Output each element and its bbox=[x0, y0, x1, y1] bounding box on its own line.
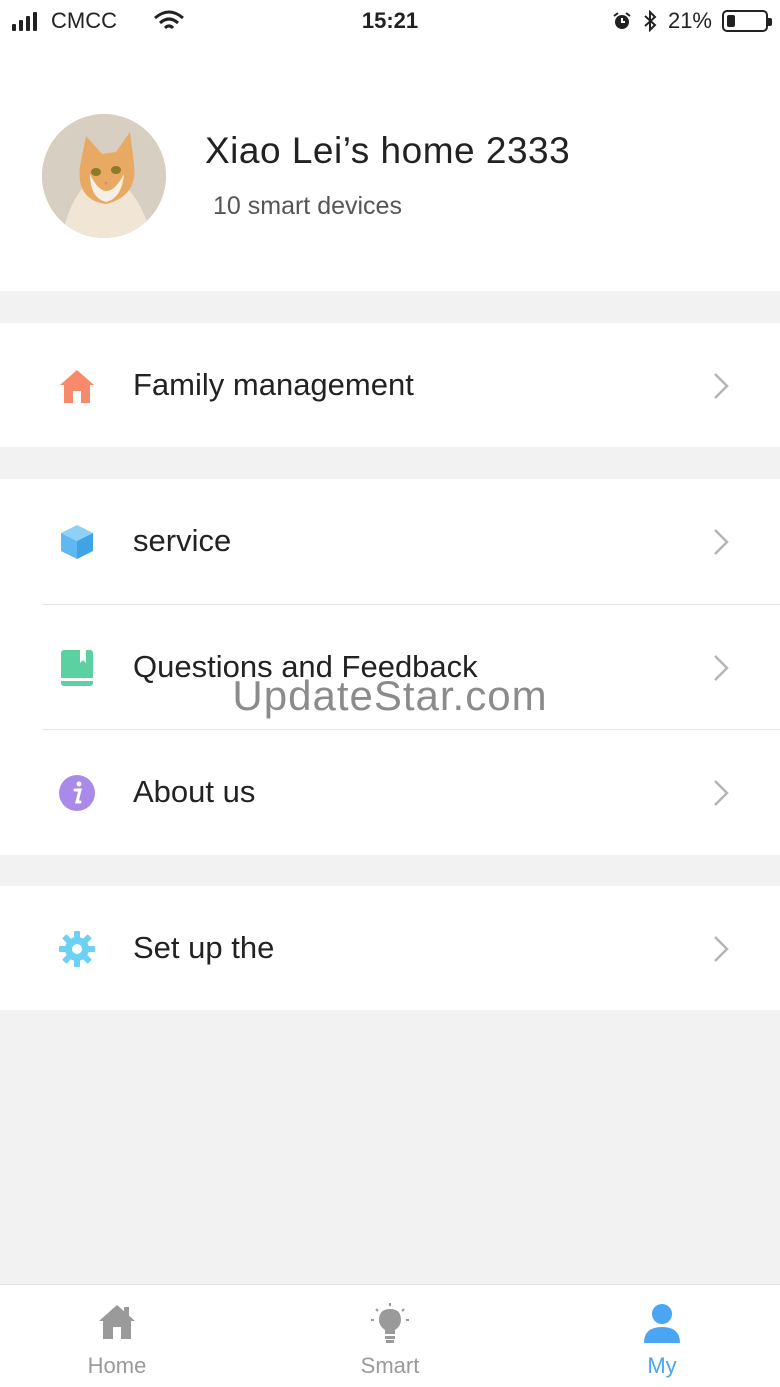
user-icon bbox=[644, 1304, 680, 1343]
family-group: Family management bbox=[0, 323, 780, 447]
settings-label: Set up the bbox=[133, 930, 275, 965]
battery-icon bbox=[722, 10, 772, 32]
avatar[interactable] bbox=[42, 114, 166, 238]
chevron-right-icon bbox=[714, 373, 729, 399]
lightbulb-icon bbox=[371, 1303, 409, 1343]
settings-group: Set up the bbox=[0, 886, 780, 1010]
info-group: service Questions and Feedback About us bbox=[0, 479, 780, 855]
gear-icon bbox=[59, 931, 95, 967]
family-management-label: Family management bbox=[133, 367, 414, 402]
battery-percent: 21% bbox=[667, 8, 712, 33]
questions-feedback-label: Questions and Feedback bbox=[133, 649, 478, 684]
home-name: Xiao Lei’s home 2333 bbox=[205, 130, 571, 171]
tab-home[interactable]: Home bbox=[37, 1285, 197, 1387]
service-label: service bbox=[133, 523, 232, 558]
questions-feedback-row[interactable]: Questions and Feedback bbox=[0, 605, 780, 730]
tab-smart[interactable]: Smart bbox=[310, 1285, 470, 1387]
home-icon bbox=[99, 1305, 135, 1339]
tab-my-label: My bbox=[647, 1353, 677, 1378]
service-row[interactable]: service bbox=[0, 479, 780, 604]
chevron-right-icon bbox=[714, 655, 729, 681]
tab-bar: Home Smart My bbox=[0, 1284, 780, 1387]
settings-row[interactable]: Set up the bbox=[0, 886, 780, 1011]
chevron-right-icon bbox=[714, 936, 729, 962]
family-management-row[interactable]: Family management bbox=[0, 323, 780, 448]
cat-avatar-image bbox=[42, 114, 166, 238]
about-us-row[interactable]: About us bbox=[0, 730, 780, 855]
profile-header[interactable]: Xiao Lei’s home 2333 10 smart devices bbox=[0, 42, 780, 291]
chevron-right-icon bbox=[714, 780, 729, 806]
chevron-right-icon bbox=[714, 529, 729, 555]
device-count: 10 smart devices bbox=[213, 192, 402, 220]
tab-my[interactable]: My bbox=[582, 1285, 742, 1387]
status-bar: CMCC 15:21 21% bbox=[0, 0, 780, 42]
tab-smart-label: Smart bbox=[360, 1353, 420, 1378]
cube-icon bbox=[61, 525, 93, 559]
about-us-label: About us bbox=[133, 774, 256, 809]
house-icon bbox=[60, 370, 94, 403]
info-icon bbox=[59, 775, 95, 811]
book-icon bbox=[61, 650, 93, 686]
alarm-icon bbox=[613, 12, 631, 29]
bluetooth-icon bbox=[644, 10, 657, 32]
tab-home-label: Home bbox=[87, 1353, 147, 1378]
